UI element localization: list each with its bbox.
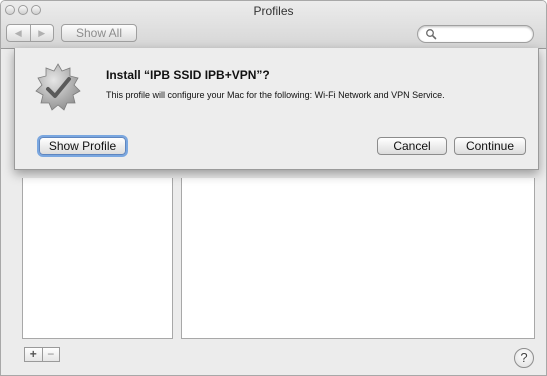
- window-title: Profiles: [253, 4, 294, 18]
- titlebar: Profiles ◀ ▶ Show All: [1, 1, 546, 49]
- cancel-button[interactable]: Cancel: [377, 137, 447, 155]
- show-profile-button[interactable]: Show Profile: [39, 137, 126, 155]
- add-remove-control: + −: [24, 347, 60, 362]
- profiles-window: Profiles ◀ ▶ Show All + − ? Install “IPB…: [0, 0, 547, 376]
- sheet-message: This profile will configure your Mac for…: [106, 90, 445, 100]
- show-all-button[interactable]: Show All: [61, 24, 137, 42]
- forward-button[interactable]: ▶: [29, 25, 54, 41]
- search-field[interactable]: [417, 25, 534, 43]
- remove-profile-button[interactable]: −: [41, 348, 60, 361]
- sheet-title: Install “IPB SSID IPB+VPN”?: [106, 68, 270, 82]
- profile-details-pane: [181, 178, 535, 339]
- search-icon: [426, 29, 437, 40]
- back-forward-control: ◀ ▶: [6, 24, 54, 42]
- badge-checkmark-icon: [35, 63, 81, 111]
- profiles-list[interactable]: [22, 178, 173, 339]
- help-button[interactable]: ?: [514, 348, 534, 368]
- search-input[interactable]: [438, 27, 528, 41]
- continue-button[interactable]: Continue: [454, 137, 526, 155]
- add-profile-button[interactable]: +: [25, 348, 42, 361]
- back-button[interactable]: ◀: [7, 25, 30, 41]
- install-profile-sheet: Install “IPB SSID IPB+VPN”? This profile…: [14, 48, 539, 170]
